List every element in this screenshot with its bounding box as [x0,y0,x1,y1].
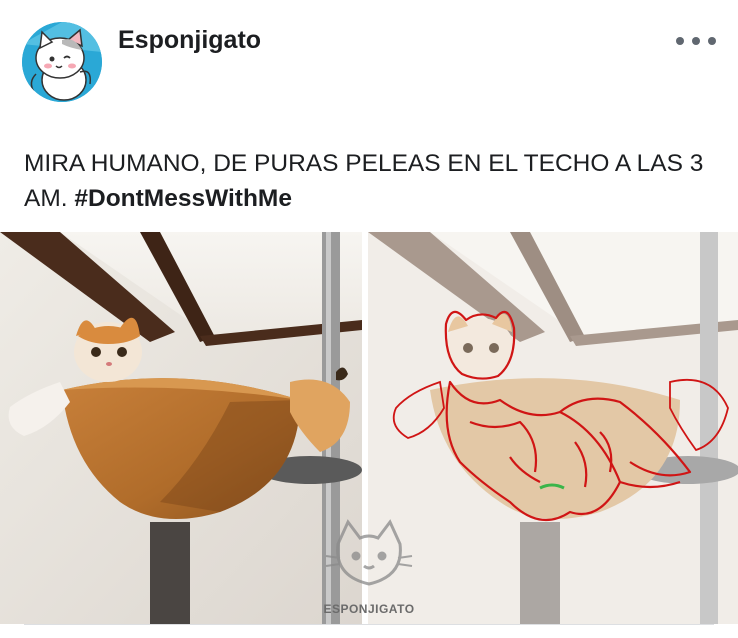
cat-avatar-icon [22,22,102,102]
more-horizontal-icon [676,37,684,45]
more-options-button[interactable] [676,30,716,52]
left-photo-panel [0,232,362,624]
post-caption: MIRA HUMANO, DE PURAS PELEAS EN EL TECHO… [24,146,714,216]
meme-image [0,232,738,624]
hashtag-link[interactable]: #DontMessWithMe [74,185,292,212]
author-avatar[interactable] [22,22,102,102]
post-image[interactable] [0,232,738,624]
post-card: Esponjigato MIRA HUMANO, DE PURAS PELEAS… [0,0,738,638]
image-watermark: ESPONJIGATO [323,602,415,616]
author-name[interactable]: Esponjigato [118,26,261,55]
post-header: Esponjigato [0,0,738,110]
divider [24,624,714,625]
more-horizontal-icon [692,37,700,45]
more-horizontal-icon [708,37,716,45]
right-photo-panel [368,232,738,624]
